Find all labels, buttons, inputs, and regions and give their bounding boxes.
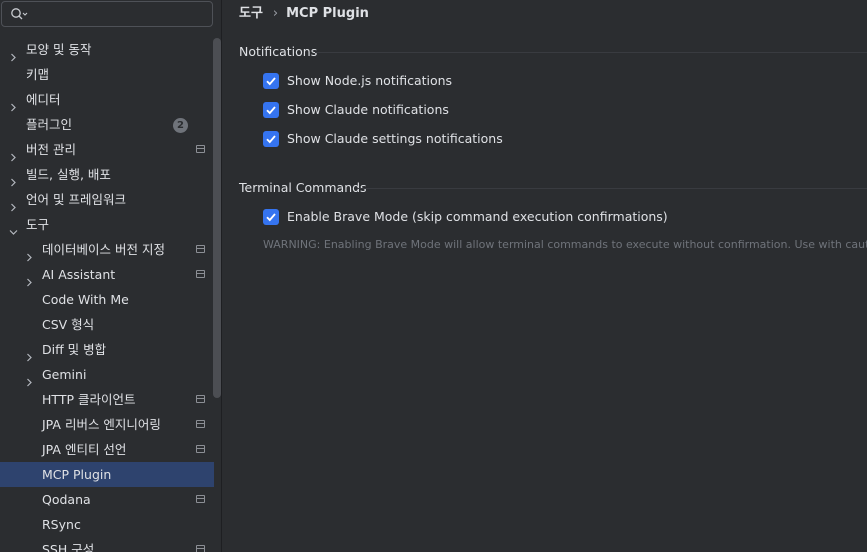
- chevron-right-icon[interactable]: [9, 95, 18, 112]
- sidebar-item-gemini[interactable]: Gemini: [0, 362, 214, 387]
- chevron-right-icon[interactable]: [25, 345, 34, 362]
- chevron-down-icon[interactable]: [9, 220, 18, 235]
- show-claude-settings-notifications-checkbox[interactable]: [263, 131, 279, 147]
- sidebar-item-diff-merge[interactable]: Diff 및 병합: [0, 337, 214, 362]
- notifications-section-title: Notifications: [239, 44, 318, 59]
- sidebar-item-label: JPA 리버스 엔지니어링: [42, 417, 161, 432]
- show-claude-notifications-checkbox[interactable]: [263, 102, 279, 118]
- project-level-icon: [196, 145, 205, 153]
- sidebar-item-label: 모양 및 동작: [26, 42, 92, 57]
- show-nodejs-notifications-checkbox[interactable]: [263, 73, 279, 89]
- chevron-right-icon[interactable]: [9, 195, 18, 212]
- sidebar-item-csv-format[interactable]: CSV 형식: [0, 312, 214, 337]
- section-divider: [315, 52, 867, 53]
- chevron-right-icon[interactable]: [9, 45, 18, 62]
- breadcrumb-separator: ›: [272, 6, 279, 21]
- show-claude-settings-notifications-label: Show Claude settings notifications: [287, 131, 503, 146]
- sidebar-item-label: 도구: [26, 217, 50, 232]
- breadcrumb: 도구 › MCP Plugin: [239, 5, 369, 23]
- sidebar-item-label: 에디터: [26, 92, 61, 107]
- settings-search[interactable]: [1, 1, 213, 27]
- sidebar-item-label: Code With Me: [42, 292, 129, 307]
- project-level-icon: [196, 545, 205, 552]
- sidebar-item-label: 플러그인: [26, 117, 73, 132]
- sidebar-item-jpa-entity-declaration[interactable]: JPA 엔티티 선언: [0, 437, 214, 462]
- breadcrumb-parent[interactable]: 도구: [239, 6, 263, 21]
- enable-brave-mode-checkbox[interactable]: [263, 209, 279, 225]
- chevron-right-icon[interactable]: [25, 270, 34, 287]
- sidebar-item-label: 언어 및 프레임워크: [26, 192, 126, 207]
- sidebar-item-label: RSync: [42, 517, 81, 532]
- sidebar-item-label: MCP Plugin: [42, 467, 112, 482]
- sidebar-item-label: 빌드, 실행, 배포: [26, 167, 111, 182]
- sidebar-item-plugins[interactable]: 플러그인 2: [0, 112, 214, 137]
- breadcrumb-current: MCP Plugin: [286, 6, 369, 21]
- sidebar-item-label: Qodana: [42, 492, 91, 507]
- sidebar-item-label: CSV 형식: [42, 317, 95, 332]
- checkmark-icon: [266, 135, 276, 144]
- sidebar-item-label: 버전 관리: [26, 142, 76, 157]
- enable-brave-mode-label: Enable Brave Mode (skip command executio…: [287, 209, 668, 224]
- chevron-right-icon[interactable]: [25, 245, 34, 262]
- sidebar-item-label: 키맵: [26, 67, 50, 82]
- sidebar-item-label: AI Assistant: [42, 267, 116, 282]
- update-count-badge: 2: [173, 118, 188, 133]
- settings-content: 도구 › MCP Plugin Notifications Show Node.js…: [223, 0, 867, 552]
- sidebar-item-label: Gemini: [42, 367, 87, 382]
- search-input[interactable]: [32, 5, 208, 23]
- show-claude-notifications-label: Show Claude notifications: [287, 102, 449, 117]
- sidebar-item-jpa-reverse-engineering[interactable]: JPA 리버스 엔지니어링: [0, 412, 214, 437]
- sidebar-item-languages[interactable]: 언어 및 프레임워크: [0, 187, 214, 212]
- settings-sidebar: 모양 및 동작 키맵 에디터 플러그인 2 버전 관리 빌드, 실행, 배포 언…: [0, 0, 222, 552]
- terminal-commands-section-title: Terminal Commands: [239, 180, 367, 195]
- show-nodejs-notifications-label: Show Node.js notifications: [287, 73, 453, 88]
- chevron-right-icon[interactable]: [25, 370, 34, 387]
- sidebar-item-rsync[interactable]: RSync: [0, 512, 214, 537]
- project-level-icon: [196, 270, 205, 278]
- sidebar-scrollbar[interactable]: [213, 38, 221, 398]
- sidebar-item-label: SSH 구성: [42, 542, 95, 552]
- sidebar-item-label: 데이터베이스 버전 지정: [42, 242, 165, 257]
- project-level-icon: [196, 495, 205, 503]
- chevron-right-icon[interactable]: [9, 145, 18, 162]
- brave-mode-warning: WARNING: Enabling Brave Mode will allow …: [263, 238, 867, 251]
- project-level-icon: [196, 445, 205, 453]
- project-level-icon: [196, 395, 205, 403]
- checkmark-icon: [266, 106, 276, 115]
- section-divider: [357, 188, 867, 189]
- sidebar-item-keymap[interactable]: 키맵: [0, 62, 214, 87]
- sidebar-item-ai-assistant[interactable]: AI Assistant: [0, 262, 214, 287]
- project-level-icon: [196, 245, 205, 253]
- search-icon: [10, 7, 28, 24]
- sidebar-item-editor[interactable]: 에디터: [0, 87, 214, 112]
- chevron-right-icon[interactable]: [9, 170, 18, 187]
- sidebar-item-build[interactable]: 빌드, 실행, 배포: [0, 162, 214, 187]
- checkmark-icon: [266, 77, 276, 86]
- settings-tree: 모양 및 동작 키맵 에디터 플러그인 2 버전 관리 빌드, 실행, 배포 언…: [0, 37, 214, 552]
- sidebar-item-mcp-plugin[interactable]: MCP Plugin: [0, 462, 214, 487]
- sidebar-item-ssh-config[interactable]: SSH 구성: [0, 537, 214, 552]
- sidebar-item-qodana[interactable]: Qodana: [0, 487, 214, 512]
- project-level-icon: [196, 420, 205, 428]
- sidebar-item-appearance[interactable]: 모양 및 동작: [0, 37, 214, 62]
- sidebar-item-http-client[interactable]: HTTP 클라이언트: [0, 387, 214, 412]
- sidebar-item-database-versioning[interactable]: 데이터베이스 버전 지정: [0, 237, 214, 262]
- sidebar-item-code-with-me[interactable]: Code With Me: [0, 287, 214, 312]
- sidebar-item-label: Diff 및 병합: [42, 342, 107, 357]
- sidebar-item-label: HTTP 클라이언트: [42, 392, 136, 407]
- sidebar-item-version-control[interactable]: 버전 관리: [0, 137, 214, 162]
- checkmark-icon: [266, 213, 276, 222]
- sidebar-item-label: JPA 엔티티 선언: [42, 442, 127, 457]
- sidebar-item-tools[interactable]: 도구: [0, 212, 214, 237]
